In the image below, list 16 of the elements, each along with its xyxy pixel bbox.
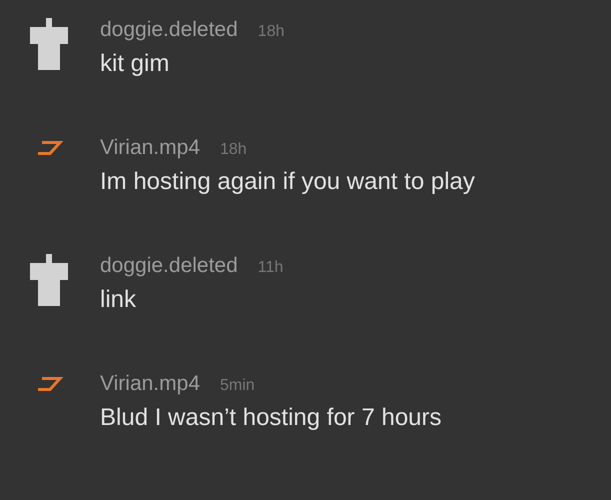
username: doggie.deleted	[100, 18, 238, 42]
avatar-icon	[30, 18, 68, 70]
message-text: kit gim	[100, 50, 170, 78]
zigzag-icon	[36, 140, 64, 156]
message-text: Blud I wasn’t hosting for 7 hours	[100, 404, 442, 432]
username: Virian.mp4	[100, 372, 200, 396]
message-text: link	[100, 286, 138, 314]
timestamp: 5min	[220, 377, 255, 395]
zigzag-icon	[36, 376, 64, 392]
message-text: Im hosting again if you want to play	[100, 168, 475, 196]
timestamp: 11h	[258, 259, 284, 277]
avatar-icon	[30, 254, 68, 306]
timestamp: 18h	[220, 141, 247, 159]
username: Virian.mp4	[100, 136, 200, 160]
username: doggie.deleted	[100, 254, 238, 278]
timestamp: 18h	[258, 23, 284, 41]
